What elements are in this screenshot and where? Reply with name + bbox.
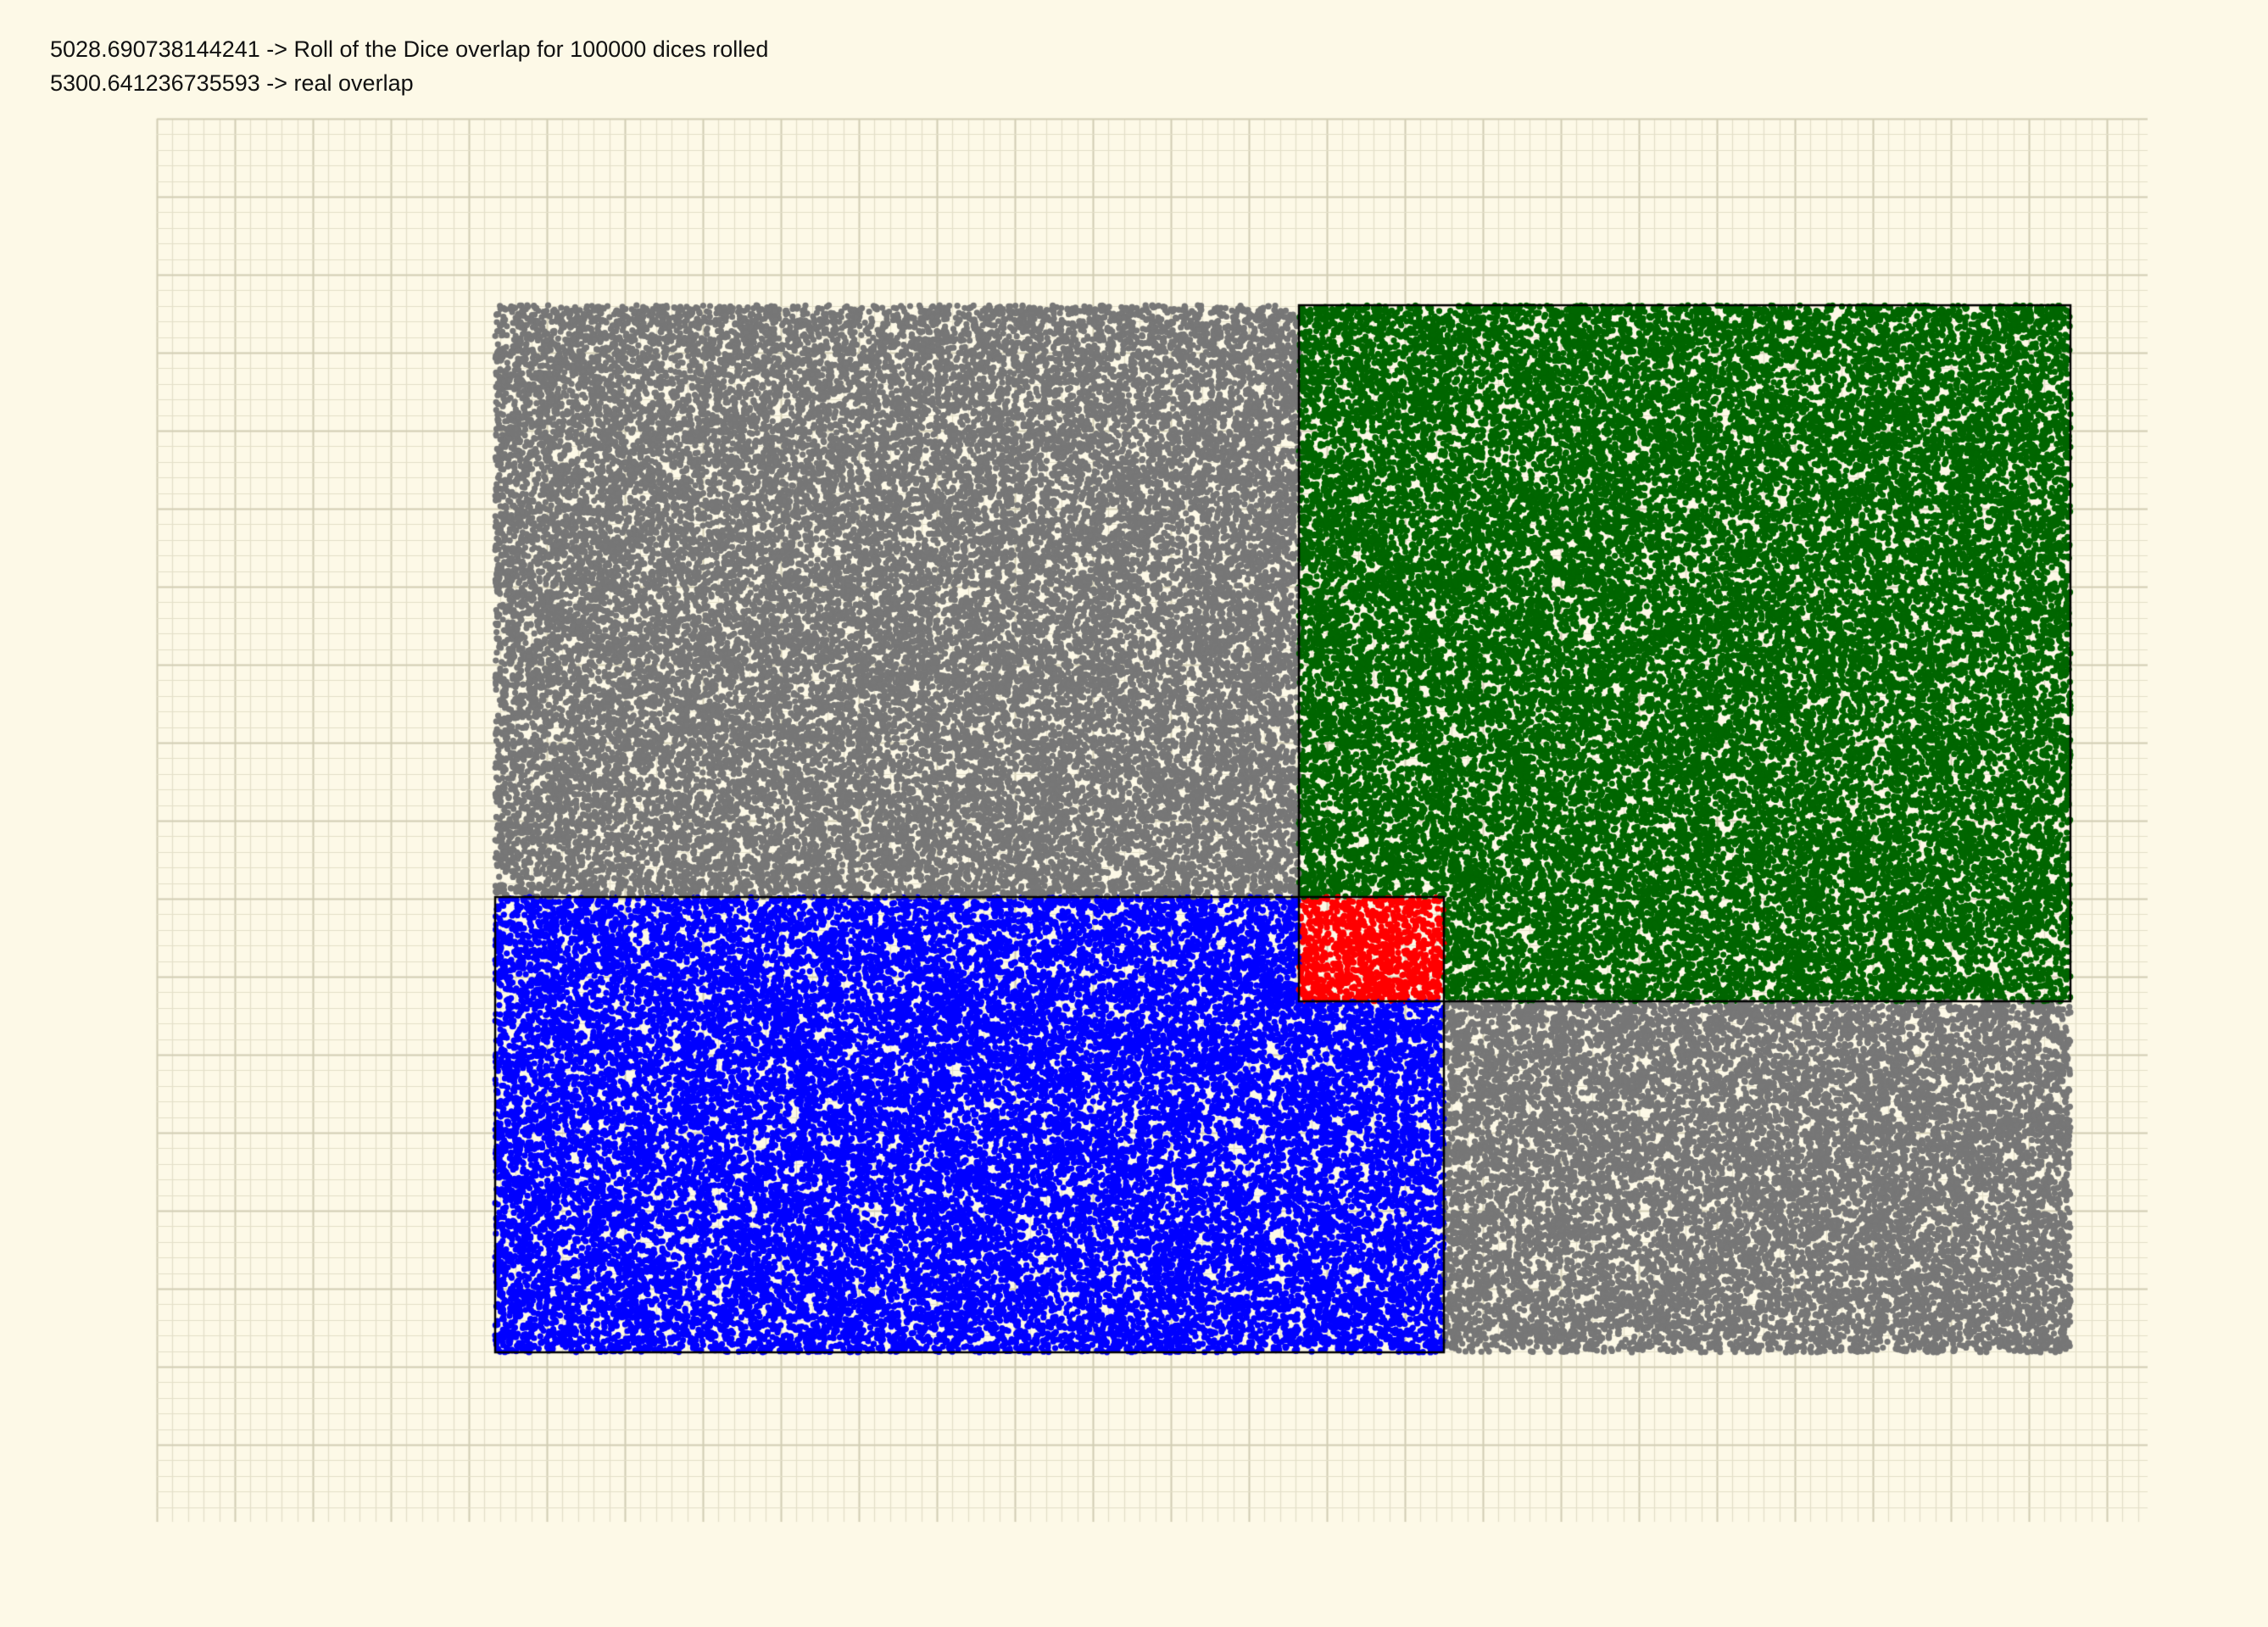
- estimate-output-line: 5028.690738144241 -> Roll of the Dice ov…: [50, 36, 769, 62]
- output-lines: 5028.690738144241 -> Roll of the Dice ov…: [50, 32, 768, 100]
- simulation-page: 5028.690738144241 -> Roll of the Dice ov…: [0, 0, 2268, 1627]
- monte-carlo-canvas: [0, 0, 2268, 1627]
- real-overlap-output-line: 5300.641236735593 -> real overlap: [50, 70, 414, 96]
